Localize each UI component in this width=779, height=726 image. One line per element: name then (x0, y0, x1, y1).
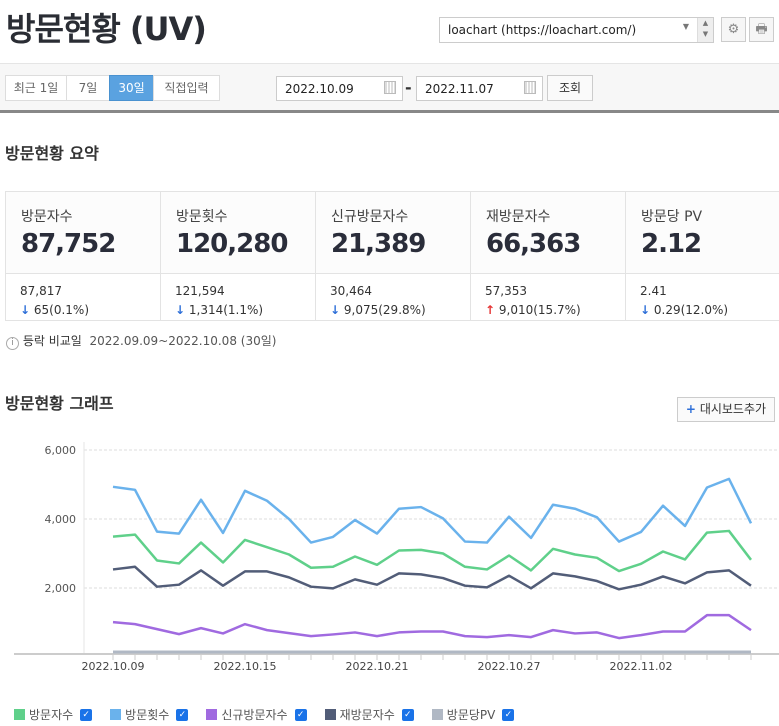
chart-legend: 방문자수 ✓ 방문횟수 ✓ 신규방문자수 ✓ 재방문자수 ✓ 방문당PV ✓ (14, 706, 515, 723)
x-tick-label: 2022.11.02 (610, 660, 673, 673)
period-custom[interactable]: 직접입력 (153, 75, 220, 101)
summary-card: 방문당 PV 2.12 2.41 ↓ 0.29(12.0%) (626, 192, 779, 320)
card-change: 9,010(15.7%) (498, 303, 581, 317)
arrow-down-icon: ↓ (640, 303, 651, 317)
site-select[interactable]: loachart (https://loachart.com/) ▼ ▲ ▼ (439, 17, 714, 43)
summary-card: 방문자수 87,752 87,817 ↓ 65(0.1%) (6, 192, 161, 320)
legend-item[interactable]: 신규방문자수 ✓ (206, 706, 307, 723)
end-date-value: 2022.11.07 (425, 82, 494, 96)
page-title: 방문현황 (UV) (6, 10, 207, 48)
plus-icon: + (685, 402, 696, 416)
x-tick-label: 2022.10.09 (82, 660, 145, 673)
series-line-0 (112, 477, 753, 544)
checkbox-checked-icon[interactable]: ✓ (502, 708, 515, 721)
card-change: 1,314(1.1%) (188, 303, 264, 317)
legend-swatch (431, 709, 443, 720)
period-1day[interactable]: 최근 1일 (5, 75, 67, 101)
arrow-down-icon: ↓ (175, 303, 186, 317)
series-line-2 (112, 565, 752, 591)
legend-item[interactable]: 방문횟수 ✓ (110, 706, 189, 723)
checkbox-checked-icon[interactable]: ✓ (401, 708, 414, 721)
card-label: 방문자수 (21, 209, 73, 225)
summary-card: 재방문자수 66,363 57,353 ↑ 9,010(15.7%) (471, 192, 626, 320)
card-label: 재방문자수 (486, 209, 551, 225)
card-value: 66,363 (486, 229, 581, 259)
card-prev-value: 87,817 (20, 284, 62, 298)
legend-item[interactable]: 재방문자수 ✓ (324, 706, 414, 723)
card-value: 87,752 (21, 229, 116, 259)
summary-card: 신규방문자수 21,389 30,464 ↓ 9,075(29.8%) (316, 192, 471, 320)
summary-title: 방문현황 요약 (5, 144, 99, 163)
series-line-3 (112, 613, 752, 640)
info-icon: i (6, 337, 19, 350)
x-tick-label: 2022.10.21 (346, 660, 409, 673)
legend-item[interactable]: 방문당PV ✓ (431, 706, 515, 723)
period-7days[interactable]: 7일 (66, 75, 110, 101)
calendar-icon[interactable] (524, 81, 536, 94)
legend-swatch (324, 709, 336, 720)
legend-label: 방문횟수 (125, 708, 170, 722)
graph-title: 방문현황 그래프 (5, 394, 114, 413)
compare-label: 등락 비교일 (22, 334, 82, 348)
card-label: 방문당 PV (641, 209, 703, 225)
add-dashboard-button[interactable]: + 대시보드추가 (677, 397, 775, 422)
card-prev-value: 2.41 (640, 284, 667, 298)
legend-item[interactable]: 방문자수 ✓ (14, 706, 93, 723)
legend-label: 신규방문자수 (221, 708, 288, 722)
calendar-icon[interactable] (384, 81, 396, 94)
period-30days[interactable]: 30일 (109, 75, 154, 101)
card-label: 신규방문자수 (331, 209, 409, 225)
add-dashboard-label: 대시보드추가 (699, 402, 767, 416)
arrow-up-icon: ↑ (485, 303, 496, 317)
search-button[interactable]: 조회 (547, 75, 593, 101)
card-prev-value: 30,464 (330, 284, 372, 298)
legend-label: 방문당PV (446, 708, 496, 722)
print-icon[interactable]: 🖶 (749, 17, 774, 42)
visit-chart: 6,000 4,000 2,000 2022.10.09 2022.10.15 2022.… (14, 442, 779, 673)
series-line-1 (112, 529, 752, 573)
card-value: 21,389 (331, 229, 426, 259)
compare-info: i 등락 비교일 2022.09.09~2022.10.08 (30일) (6, 332, 276, 350)
card-value: 2.12 (641, 229, 702, 259)
gear-icon[interactable]: ⚙ (721, 17, 746, 42)
y-tick-label: 2,000 (45, 582, 77, 595)
date-separator: - (405, 78, 412, 97)
summary-cards: 방문자수 87,752 87,817 ↓ 65(0.1%) 방문횟수 120,280 1… (5, 191, 779, 321)
legend-swatch (206, 709, 218, 720)
legend-swatch (110, 709, 122, 720)
chevron-down-icon: ▼ (682, 22, 689, 31)
checkbox-checked-icon[interactable]: ✓ (294, 708, 307, 721)
card-value: 120,280 (176, 229, 288, 259)
summary-card: 방문횟수 120,280 121,594 ↓ 1,314(1.1%) (161, 192, 316, 320)
card-change: 65(0.1%) (33, 303, 90, 317)
card-change: 0.29(12.0%) (653, 303, 729, 317)
arrow-down-icon: ↓ (20, 303, 31, 317)
legend-label: 방문자수 (29, 708, 74, 722)
card-prev-value: 121,594 (175, 284, 225, 298)
card-change: 9,075(29.8%) (343, 303, 426, 317)
legend-label: 재방문자수 (339, 708, 395, 722)
end-date-input[interactable]: 2022.11.07 (416, 76, 543, 101)
start-date-input[interactable]: 2022.10.09 (276, 76, 403, 101)
site-select-value: loachart (https://loachart.com/) (448, 23, 637, 37)
x-tick-label: 2022.10.15 (214, 660, 277, 673)
x-tick-label: 2022.10.27 (478, 660, 541, 673)
start-date-value: 2022.10.09 (285, 82, 354, 96)
compare-range: 2022.09.09~2022.10.08 (30일) (89, 334, 277, 348)
y-tick-label: 6,000 (45, 444, 77, 457)
legend-swatch (14, 709, 25, 720)
checkbox-checked-icon[interactable]: ✓ (176, 708, 189, 721)
card-label: 방문횟수 (176, 209, 228, 225)
card-prev-value: 57,353 (485, 284, 527, 298)
checkbox-checked-icon[interactable]: ✓ (80, 708, 93, 721)
arrow-down-icon: ↓ (330, 303, 341, 317)
spinner-icon[interactable]: ▲ ▼ (697, 18, 713, 42)
y-tick-label: 4,000 (45, 513, 77, 526)
